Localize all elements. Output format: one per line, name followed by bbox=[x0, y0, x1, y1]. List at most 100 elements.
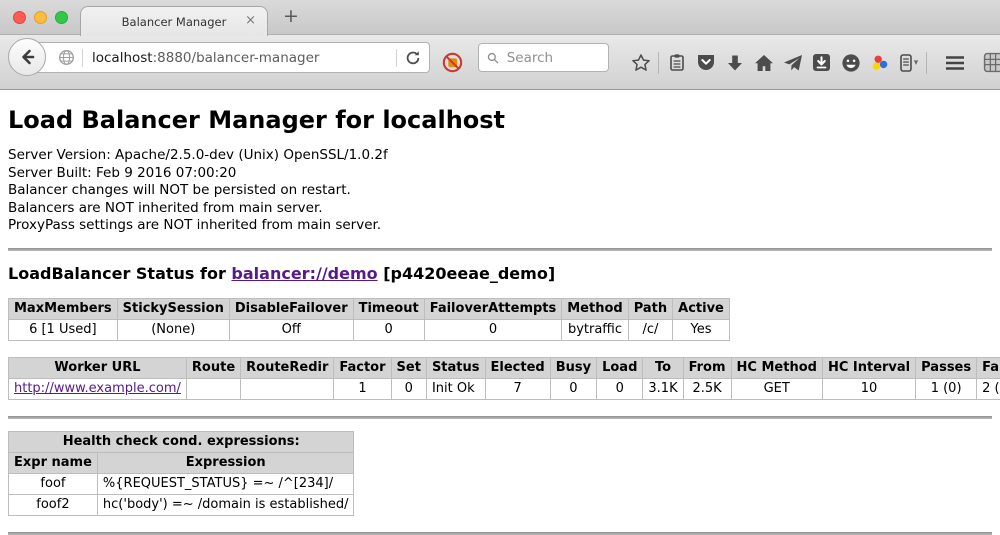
hc-method-cell: GET bbox=[731, 378, 822, 399]
hamburger-icon bbox=[945, 55, 965, 71]
home-icon bbox=[754, 54, 774, 72]
balancer-settings-table: MaxMembers StickySession DisableFailover… bbox=[8, 298, 730, 341]
factor-cell: 1 bbox=[334, 378, 391, 399]
failover-attempts-cell: 0 bbox=[424, 319, 562, 340]
worker-url-cell: http://www.example.com/ bbox=[9, 378, 187, 399]
table-header-row: Health check cond. expressions: bbox=[9, 431, 354, 452]
column-header: Route bbox=[186, 357, 240, 378]
passes-cell: 1 (0) bbox=[916, 378, 977, 399]
url-divider bbox=[396, 49, 397, 67]
menu-button[interactable] bbox=[940, 35, 969, 90]
balancer-demo-link[interactable]: balancer://demo bbox=[231, 264, 377, 283]
page-bottom-divider bbox=[8, 532, 992, 535]
navigation-toolbar: localhost:8880/balancer-manager bbox=[0, 35, 1000, 90]
column-header: Path bbox=[628, 298, 672, 319]
sticky-session-cell: (None) bbox=[117, 319, 229, 340]
clipboard-icon bbox=[668, 53, 686, 72]
download-arrow-icon bbox=[727, 54, 743, 72]
url-text: localhost:8880/balancer-manager bbox=[92, 50, 319, 66]
tab-bar: Balancer Manager × + bbox=[0, 0, 1000, 35]
window-controls bbox=[13, 11, 68, 24]
column-header: DisableFailover bbox=[229, 298, 353, 319]
star-icon bbox=[631, 53, 651, 73]
window-minimize-icon[interactable] bbox=[34, 11, 47, 24]
column-header: Elected bbox=[485, 357, 550, 378]
tab-balancer-manager[interactable]: Balancer Manager × bbox=[80, 6, 268, 36]
search-input[interactable] bbox=[505, 49, 600, 67]
plugin-blocked-button[interactable] bbox=[438, 35, 467, 90]
page-title: Load Balancer Manager for localhost bbox=[8, 106, 992, 134]
balancer-heading-prefix: LoadBalancer Status for bbox=[8, 264, 231, 283]
column-header: HC Interval bbox=[822, 357, 915, 378]
column-header: Status bbox=[426, 357, 485, 378]
feedback-button[interactable] bbox=[836, 35, 865, 90]
server-built-line: Server Built: Feb 9 2016 07:00:20 bbox=[8, 165, 992, 183]
column-header: Expr name bbox=[9, 452, 98, 473]
column-header: Busy bbox=[550, 357, 596, 378]
active-cell: Yes bbox=[673, 319, 730, 340]
column-header: To bbox=[643, 357, 683, 378]
search-icon bbox=[487, 51, 499, 65]
persist-notice-line: Balancer changes will NOT be persisted o… bbox=[8, 182, 992, 200]
plugin-blocked-icon bbox=[441, 51, 464, 74]
window-close-icon[interactable] bbox=[13, 11, 26, 24]
home-button[interactable] bbox=[749, 35, 778, 90]
globe-icon bbox=[58, 49, 75, 66]
bookmark-star-button[interactable] bbox=[626, 35, 655, 90]
busy-cell: 0 bbox=[550, 378, 596, 399]
inherit-notice-line: Balancers are NOT inherited from main se… bbox=[8, 200, 992, 218]
proxypass-notice-line: ProxyPass settings are NOT inherited fro… bbox=[8, 217, 992, 235]
extension-colors-button[interactable] bbox=[865, 35, 894, 90]
column-header: RouteRedir bbox=[241, 357, 334, 378]
reading-list-button[interactable] bbox=[662, 35, 691, 90]
tab-title: Balancer Manager bbox=[122, 15, 227, 29]
column-header: Active bbox=[673, 298, 730, 319]
search-bar[interactable] bbox=[478, 43, 609, 72]
new-tab-button[interactable]: + bbox=[283, 5, 299, 27]
url-bar[interactable]: localhost:8880/balancer-manager bbox=[27, 42, 430, 73]
pocket-button[interactable] bbox=[691, 35, 720, 90]
send-page-button[interactable] bbox=[778, 35, 807, 90]
tab-grid-button[interactable] bbox=[979, 35, 1000, 90]
toolbar-icon-row: ▾ bbox=[626, 35, 1000, 90]
column-header: Set bbox=[391, 357, 426, 378]
save-to-box-button[interactable] bbox=[807, 35, 836, 90]
server-version-line: Server Version: Apache/2.5.0-dev (Unix) … bbox=[8, 147, 992, 165]
set-cell: 0 bbox=[391, 378, 426, 399]
disable-failover-cell: Off bbox=[229, 319, 353, 340]
table-row: http://www.example.com/ 1 0 Init Ok 7 0 … bbox=[9, 378, 1000, 399]
battery-icon bbox=[899, 53, 913, 73]
column-header: From bbox=[683, 357, 731, 378]
column-header: Passes bbox=[916, 357, 977, 378]
fails-cell: 2 (0) bbox=[977, 378, 1000, 399]
reload-icon[interactable] bbox=[405, 50, 421, 66]
hc-interval-cell: 10 bbox=[822, 378, 915, 399]
balancer-heading-suffix: [p4420eeae_demo] bbox=[378, 264, 556, 283]
path-cell: /c/ bbox=[628, 319, 672, 340]
column-header: MaxMembers bbox=[9, 298, 118, 319]
back-button[interactable] bbox=[8, 38, 46, 76]
column-header: Timeout bbox=[353, 298, 424, 319]
color-dots-icon bbox=[870, 53, 890, 73]
route-redir-cell bbox=[241, 378, 334, 399]
url-domain: localhost bbox=[92, 50, 153, 66]
back-arrow-icon bbox=[17, 47, 37, 67]
balancer-status-heading: LoadBalancer Status for balancer://demo … bbox=[8, 264, 992, 283]
column-header: FailoverAttempts bbox=[424, 298, 562, 319]
column-header: Expression bbox=[97, 452, 354, 473]
load-cell: 0 bbox=[597, 378, 643, 399]
expression-cell: hc('body') =~ /domain is established/ bbox=[97, 494, 354, 515]
table-header-row: Worker URL Route RouteRedir Factor Set S… bbox=[9, 357, 1000, 378]
window-zoom-icon[interactable] bbox=[55, 11, 68, 24]
downloads-button[interactable] bbox=[720, 35, 749, 90]
pocket-icon bbox=[696, 53, 716, 72]
elected-cell: 7 bbox=[485, 378, 550, 399]
grid-icon bbox=[983, 52, 1000, 73]
extension-panel-button[interactable]: ▾ bbox=[894, 35, 923, 90]
page-content: Load Balancer Manager for localhost Serv… bbox=[0, 90, 1000, 491]
column-header: Factor bbox=[334, 357, 391, 378]
method-cell: bytraffic bbox=[562, 319, 628, 340]
worker-url-link[interactable]: http://www.example.com/ bbox=[14, 381, 181, 396]
health-check-table: Health check cond. expressions: Expr nam… bbox=[8, 431, 354, 516]
tab-close-icon[interactable]: × bbox=[245, 14, 256, 27]
